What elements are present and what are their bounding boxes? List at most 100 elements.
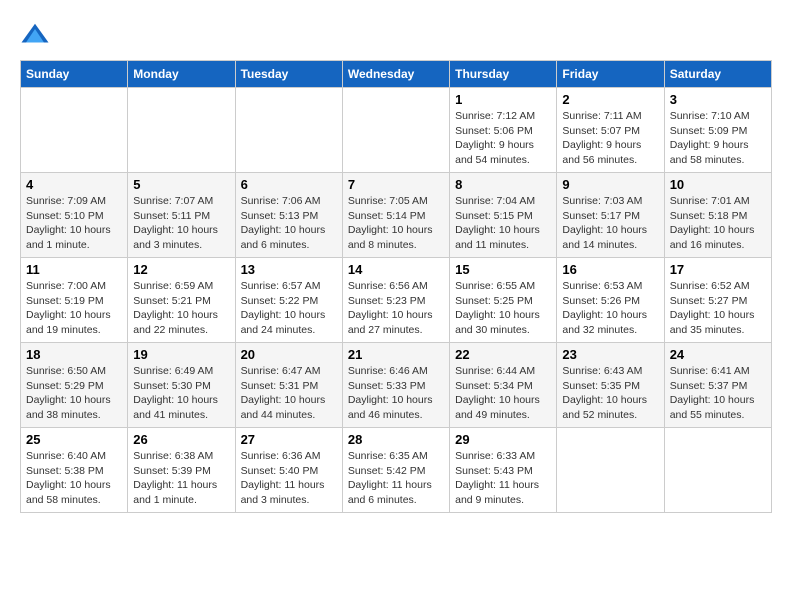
day-number: 15 bbox=[455, 262, 551, 277]
day-info: Sunrise: 6:43 AMSunset: 5:35 PMDaylight:… bbox=[562, 364, 658, 423]
calendar-cell: 27 Sunrise: 6:36 AMSunset: 5:40 PMDayligh… bbox=[235, 428, 342, 513]
weekday-header-friday: Friday bbox=[557, 61, 664, 88]
day-number: 23 bbox=[562, 347, 658, 362]
day-info: Sunrise: 6:41 AMSunset: 5:37 PMDaylight:… bbox=[670, 364, 766, 423]
day-info: Sunrise: 6:53 AMSunset: 5:26 PMDaylight:… bbox=[562, 279, 658, 338]
weekday-header-monday: Monday bbox=[128, 61, 235, 88]
calendar-cell: 17 Sunrise: 6:52 AMSunset: 5:27 PMDayligh… bbox=[664, 258, 771, 343]
day-number: 17 bbox=[670, 262, 766, 277]
calendar-cell: 24 Sunrise: 6:41 AMSunset: 5:37 PMDayligh… bbox=[664, 343, 771, 428]
weekday-header-wednesday: Wednesday bbox=[342, 61, 449, 88]
calendar-cell: 21 Sunrise: 6:46 AMSunset: 5:33 PMDayligh… bbox=[342, 343, 449, 428]
day-number: 1 bbox=[455, 92, 551, 107]
calendar-cell: 13 Sunrise: 6:57 AMSunset: 5:22 PMDayligh… bbox=[235, 258, 342, 343]
day-info: Sunrise: 6:57 AMSunset: 5:22 PMDaylight:… bbox=[241, 279, 337, 338]
day-number: 5 bbox=[133, 177, 229, 192]
day-info: Sunrise: 6:40 AMSunset: 5:38 PMDaylight:… bbox=[26, 449, 122, 508]
day-number: 22 bbox=[455, 347, 551, 362]
week-row-4: 18 Sunrise: 6:50 AMSunset: 5:29 PMDayligh… bbox=[21, 343, 772, 428]
week-row-3: 11 Sunrise: 7:00 AMSunset: 5:19 PMDayligh… bbox=[21, 258, 772, 343]
calendar-cell: 12 Sunrise: 6:59 AMSunset: 5:21 PMDayligh… bbox=[128, 258, 235, 343]
day-number: 26 bbox=[133, 432, 229, 447]
day-info: Sunrise: 6:49 AMSunset: 5:30 PMDaylight:… bbox=[133, 364, 229, 423]
day-number: 20 bbox=[241, 347, 337, 362]
weekday-header-thursday: Thursday bbox=[450, 61, 557, 88]
day-info: Sunrise: 6:35 AMSunset: 5:42 PMDaylight:… bbox=[348, 449, 444, 508]
day-info: Sunrise: 7:11 AMSunset: 5:07 PMDaylight:… bbox=[562, 109, 658, 168]
calendar-cell bbox=[235, 88, 342, 173]
day-info: Sunrise: 7:01 AMSunset: 5:18 PMDaylight:… bbox=[670, 194, 766, 253]
calendar-cell: 18 Sunrise: 6:50 AMSunset: 5:29 PMDayligh… bbox=[21, 343, 128, 428]
day-info: Sunrise: 7:05 AMSunset: 5:14 PMDaylight:… bbox=[348, 194, 444, 253]
calendar-cell: 22Sunrise: 6:44 AMSunset: 5:34 PMDayligh… bbox=[450, 343, 557, 428]
day-number: 27 bbox=[241, 432, 337, 447]
calendar-cell bbox=[664, 428, 771, 513]
day-number: 4 bbox=[26, 177, 122, 192]
day-number: 7 bbox=[348, 177, 444, 192]
day-number: 6 bbox=[241, 177, 337, 192]
day-info: Sunrise: 6:38 AMSunset: 5:39 PMDaylight:… bbox=[133, 449, 229, 508]
day-number: 12 bbox=[133, 262, 229, 277]
day-info: Sunrise: 6:52 AMSunset: 5:27 PMDaylight:… bbox=[670, 279, 766, 338]
day-info: Sunrise: 6:36 AMSunset: 5:40 PMDaylight:… bbox=[241, 449, 337, 508]
calendar-cell bbox=[342, 88, 449, 173]
day-number: 10 bbox=[670, 177, 766, 192]
day-info: Sunrise: 6:59 AMSunset: 5:21 PMDaylight:… bbox=[133, 279, 229, 338]
calendar-cell bbox=[557, 428, 664, 513]
week-row-5: 25Sunrise: 6:40 AMSunset: 5:38 PMDayligh… bbox=[21, 428, 772, 513]
weekday-header-tuesday: Tuesday bbox=[235, 61, 342, 88]
day-number: 28 bbox=[348, 432, 444, 447]
calendar-cell: 29 Sunrise: 6:33 AMSunset: 5:43 PMDayligh… bbox=[450, 428, 557, 513]
calendar-cell: 5 Sunrise: 7:07 AMSunset: 5:11 PMDaylight… bbox=[128, 173, 235, 258]
calendar-cell: 15Sunrise: 6:55 AMSunset: 5:25 PMDayligh… bbox=[450, 258, 557, 343]
calendar-cell bbox=[128, 88, 235, 173]
day-number: 19 bbox=[133, 347, 229, 362]
day-info: Sunrise: 7:00 AMSunset: 5:19 PMDaylight:… bbox=[26, 279, 122, 338]
day-number: 24 bbox=[670, 347, 766, 362]
calendar-cell bbox=[21, 88, 128, 173]
day-info: Sunrise: 7:04 AMSunset: 5:15 PMDaylight:… bbox=[455, 194, 551, 253]
calendar-cell: 11 Sunrise: 7:00 AMSunset: 5:19 PMDayligh… bbox=[21, 258, 128, 343]
day-number: 8 bbox=[455, 177, 551, 192]
day-info: Sunrise: 7:06 AMSunset: 5:13 PMDaylight:… bbox=[241, 194, 337, 253]
day-number: 16 bbox=[562, 262, 658, 277]
calendar-cell: 6 Sunrise: 7:06 AMSunset: 5:13 PMDaylight… bbox=[235, 173, 342, 258]
day-info: Sunrise: 6:46 AMSunset: 5:33 PMDaylight:… bbox=[348, 364, 444, 423]
calendar-cell: 3 Sunrise: 7:10 AMSunset: 5:09 PMDaylight… bbox=[664, 88, 771, 173]
calendar-cell: 16 Sunrise: 6:53 AMSunset: 5:26 PMDayligh… bbox=[557, 258, 664, 343]
calendar-cell: 25Sunrise: 6:40 AMSunset: 5:38 PMDayligh… bbox=[21, 428, 128, 513]
day-info: Sunrise: 7:12 AMSunset: 5:06 PMDaylight:… bbox=[455, 109, 551, 168]
calendar-cell: 9 Sunrise: 7:03 AMSunset: 5:17 PMDaylight… bbox=[557, 173, 664, 258]
day-info: Sunrise: 6:33 AMSunset: 5:43 PMDaylight:… bbox=[455, 449, 551, 508]
calendar-cell: 8 Sunrise: 7:04 AMSunset: 5:15 PMDaylight… bbox=[450, 173, 557, 258]
day-number: 18 bbox=[26, 347, 122, 362]
day-number: 3 bbox=[670, 92, 766, 107]
day-number: 9 bbox=[562, 177, 658, 192]
calendar-cell: 14 Sunrise: 6:56 AMSunset: 5:23 PMDayligh… bbox=[342, 258, 449, 343]
day-info: Sunrise: 7:07 AMSunset: 5:11 PMDaylight:… bbox=[133, 194, 229, 253]
calendar-cell: 26 Sunrise: 6:38 AMSunset: 5:39 PMDayligh… bbox=[128, 428, 235, 513]
calendar-cell: 23 Sunrise: 6:43 AMSunset: 5:35 PMDayligh… bbox=[557, 343, 664, 428]
logo-icon bbox=[20, 20, 50, 50]
day-info: Sunrise: 6:47 AMSunset: 5:31 PMDaylight:… bbox=[241, 364, 337, 423]
day-number: 14 bbox=[348, 262, 444, 277]
day-info: Sunrise: 7:03 AMSunset: 5:17 PMDaylight:… bbox=[562, 194, 658, 253]
calendar-cell: 10 Sunrise: 7:01 AMSunset: 5:18 PMDayligh… bbox=[664, 173, 771, 258]
day-number: 29 bbox=[455, 432, 551, 447]
day-number: 2 bbox=[562, 92, 658, 107]
day-info: Sunrise: 7:09 AMSunset: 5:10 PMDaylight:… bbox=[26, 194, 122, 253]
day-info: Sunrise: 7:10 AMSunset: 5:09 PMDaylight:… bbox=[670, 109, 766, 168]
page-header bbox=[20, 20, 772, 50]
calendar-cell: 19 Sunrise: 6:49 AMSunset: 5:30 PMDayligh… bbox=[128, 343, 235, 428]
day-number: 13 bbox=[241, 262, 337, 277]
day-number: 21 bbox=[348, 347, 444, 362]
calendar-cell: 7 Sunrise: 7:05 AMSunset: 5:14 PMDaylight… bbox=[342, 173, 449, 258]
weekday-header-sunday: Sunday bbox=[21, 61, 128, 88]
header-row: SundayMondayTuesdayWednesdayThursdayFrid… bbox=[21, 61, 772, 88]
weekday-header-saturday: Saturday bbox=[664, 61, 771, 88]
calendar-cell: 4 Sunrise: 7:09 AMSunset: 5:10 PMDaylight… bbox=[21, 173, 128, 258]
calendar-cell: 2 Sunrise: 7:11 AMSunset: 5:07 PMDaylight… bbox=[557, 88, 664, 173]
day-info: Sunrise: 6:56 AMSunset: 5:23 PMDaylight:… bbox=[348, 279, 444, 338]
day-number: 11 bbox=[26, 262, 122, 277]
day-info: Sunrise: 6:50 AMSunset: 5:29 PMDaylight:… bbox=[26, 364, 122, 423]
